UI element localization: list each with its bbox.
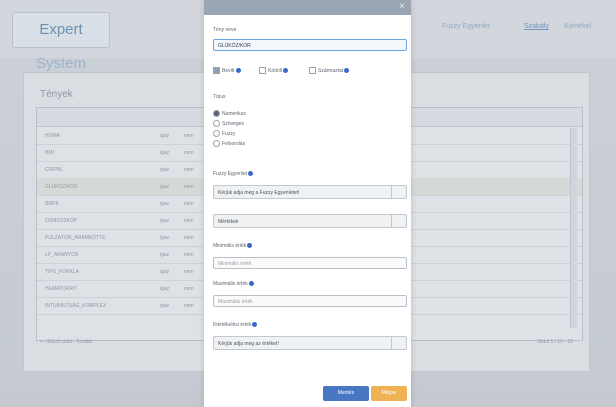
radio-text[interactable]: Szöveges xyxy=(213,120,244,127)
save-button[interactable]: Mentés xyxy=(323,386,369,401)
dialog-header: × xyxy=(204,0,411,15)
radio-icon xyxy=(213,140,220,147)
info-icon xyxy=(248,171,254,177)
chevron-down-icon xyxy=(391,215,406,227)
chevron-down-icon xyxy=(391,337,406,349)
check-bevitt[interactable]: Bevitt xyxy=(213,67,241,74)
eval-label: Kiértékelési érték xyxy=(213,322,258,328)
info-icon xyxy=(252,322,258,328)
close-icon[interactable]: × xyxy=(399,1,405,12)
radio-numeric[interactable]: Numerikus xyxy=(213,110,246,117)
info-icon xyxy=(235,68,241,73)
fuzzy-select[interactable]: Kérjük adja meg a Fuzzy Egyenletet! xyxy=(213,185,407,199)
radio-icon xyxy=(213,120,220,127)
fuzzy-label: Fuzzy Egyenlet xyxy=(213,171,254,177)
checkbox-icon xyxy=(213,67,220,74)
name-label: Tény neve xyxy=(213,27,237,33)
chevron-down-icon xyxy=(391,186,406,198)
type-label: Típus xyxy=(213,94,226,100)
info-icon xyxy=(247,243,253,249)
fact-dialog: × Tény neve GLÜKÓZ/KOR Bevitt Kódolt Szá… xyxy=(204,0,411,407)
unit-select[interactable]: Mértékek xyxy=(213,214,407,228)
eval-select[interactable]: Kérjük adja meg az értéket! xyxy=(213,336,407,350)
max-value-input[interactable]: Maximális érték xyxy=(213,295,407,307)
radio-icon xyxy=(213,110,220,117)
check-szarmaztat[interactable]: Származtat xyxy=(309,67,350,74)
cancel-button[interactable]: Mégse xyxy=(371,386,407,401)
checkbox-icon xyxy=(259,67,266,74)
min-value-input[interactable]: Minimális érték xyxy=(213,257,407,269)
radio-enum[interactable]: Felsorolás xyxy=(213,140,245,147)
fact-name-input[interactable]: GLÜKÓZ/KOR xyxy=(213,39,407,51)
radio-icon xyxy=(213,130,220,137)
max-label: Maximális érték xyxy=(213,281,254,287)
check-kodolt[interactable]: Kódolt xyxy=(259,67,289,74)
checkbox-icon xyxy=(309,67,316,74)
radio-fuzzy[interactable]: Fuzzy xyxy=(213,130,235,137)
info-icon xyxy=(344,68,350,73)
info-icon xyxy=(283,68,289,73)
info-icon xyxy=(248,281,254,287)
min-label: Minimális érték xyxy=(213,243,253,249)
